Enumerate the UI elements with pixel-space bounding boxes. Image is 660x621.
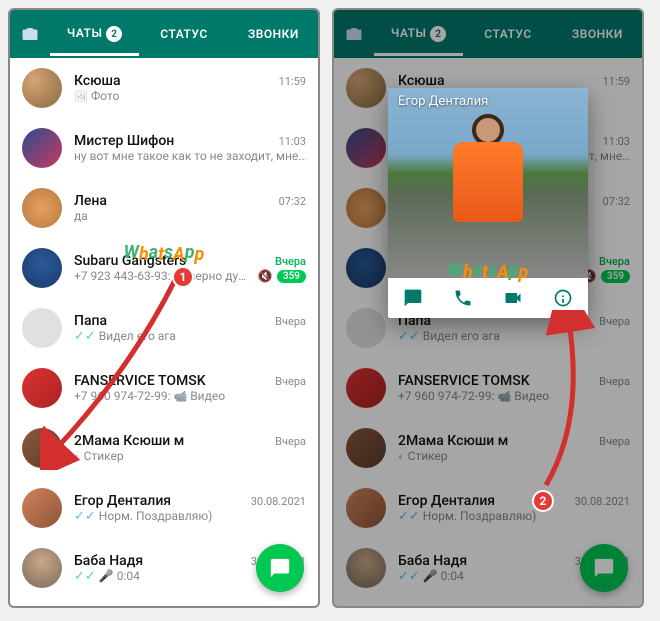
popup-info-button[interactable] [538,278,588,318]
chat-row[interactable]: Ксюша11:59 🖼Фото [10,58,318,118]
profile-preview-overlay[interactable]: Егор Денталия [334,10,642,606]
phone-right: ЧАТЫ2 СТАТУС ЗВОНКИ Ксюша11:59🖼Фото Мист… [332,8,644,608]
tab-status[interactable]: СТАТУС [139,13,228,55]
popup-chat-button[interactable] [388,278,438,318]
step-badge-1: 1 [172,266,194,288]
new-chat-fab[interactable] [256,544,304,592]
avatar[interactable] [22,548,62,588]
video-icon: 📹 [174,390,188,403]
avatar[interactable] [22,128,62,168]
chat-row[interactable]: ПапаВчера ✓✓Видел его ага [10,298,318,358]
chat-row[interactable]: Subaru GangstersВчера +7 923 443-63-93: … [10,238,318,298]
popup-call-button[interactable] [438,278,488,318]
avatar[interactable] [22,68,62,108]
camera-icon[interactable] [10,25,50,43]
read-ticks-icon: ✓✓ [74,329,96,344]
profile-name: Егор Денталия [398,94,488,109]
chat-row[interactable]: Лена07:32 да [10,178,318,238]
avatar[interactable] [22,308,62,348]
profile-popup: Егор Денталия [388,88,588,318]
tab-calls[interactable]: ЗВОНКИ [229,13,318,55]
read-ticks-icon: ✓✓ [74,509,96,524]
unread-badge: 359 [277,270,306,283]
mute-icon: 🔇 [258,269,273,283]
avatar[interactable] [22,428,62,468]
mic-icon: 🎤 [99,569,114,583]
read-ticks-icon: ✓✓ [74,569,96,584]
chat-row[interactable]: Мистер Шифон11:03 ну вот мне такое как т… [10,118,318,178]
avatar[interactable] [22,368,62,408]
popup-video-button[interactable] [488,278,538,318]
profile-photo[interactable]: Егор Денталия [388,88,588,278]
chat-row[interactable]: 2Мама Ксюши мВчера ◐Стикер [10,418,318,478]
avatar[interactable] [22,188,62,228]
top-tabs: ЧАТЫ2 СТАТУС ЗВОНКИ [10,10,318,58]
chat-row[interactable]: FANSERVICE TOMSKВчера +7 960 974-72-99:📹… [10,358,318,418]
tab-chats[interactable]: ЧАТЫ2 [50,12,139,57]
phone-left: ЧАТЫ2 СТАТУС ЗВОНКИ Ксюша11:59 🖼Фото Мис… [8,8,320,608]
sticker-icon: ◐ [74,450,81,463]
photo-icon: 🖼 [74,90,88,103]
chat-list: Ксюша11:59 🖼Фото Мистер Шифон11:03 ну во… [10,58,318,606]
chat-row[interactable]: Егор Денталия30.08.2021 ✓✓Норм. Поздравл… [10,478,318,538]
step-badge-2: 2 [532,490,554,512]
avatar[interactable] [22,488,62,528]
avatar[interactable] [22,248,62,288]
